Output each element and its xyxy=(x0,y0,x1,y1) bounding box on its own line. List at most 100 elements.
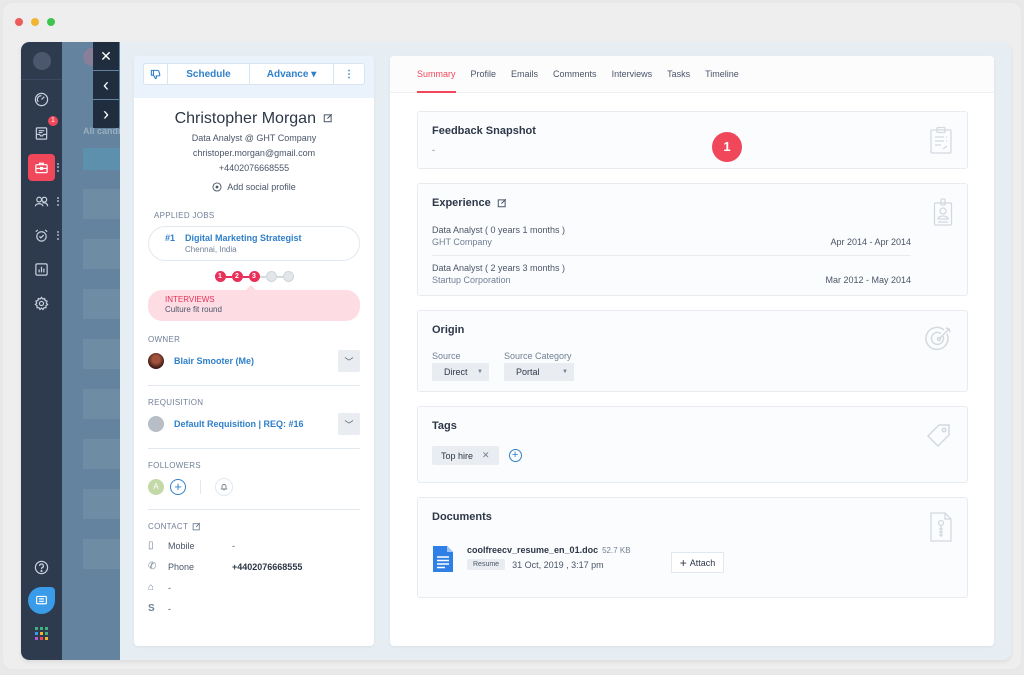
edit-icon[interactable] xyxy=(192,522,201,531)
chat-button[interactable] xyxy=(28,587,55,614)
user-avatar[interactable] xyxy=(32,51,51,70)
bell-icon xyxy=(220,484,228,491)
candidate-list-overlay[interactable]: All candi xyxy=(62,42,120,660)
mobile-icon: ▯ xyxy=(148,540,154,551)
applied-job-card[interactable]: #1 Digital Marketing Strategist Chennai,… xyxy=(148,226,360,261)
applied-jobs-label: APPLIED JOBS xyxy=(154,211,215,220)
next-candidate-button[interactable]: › xyxy=(93,100,119,128)
jobs-more-handle[interactable] xyxy=(57,163,59,172)
contact-value-phone[interactable]: +4402076668555 xyxy=(232,562,302,572)
nav-item-candidates[interactable] xyxy=(28,188,55,215)
candidate-title: Data Analyst @ GHT Company xyxy=(191,133,317,143)
tab-timeline[interactable]: Timeline xyxy=(705,56,739,93)
advance-button[interactable]: Advance ▾ xyxy=(250,64,334,84)
add-follower-button[interactable]: + xyxy=(170,479,186,495)
stage-subtitle: Culture fit round xyxy=(165,305,222,314)
caret-down-icon: ▼ xyxy=(562,369,568,375)
tab-interviews[interactable]: Interviews xyxy=(612,56,653,93)
contact-row-skype: S - xyxy=(148,598,360,619)
document-size: 52.7 KB xyxy=(602,546,631,555)
nav-sidebar: 1 xyxy=(21,42,62,660)
tag-chip[interactable]: Top hire ✕ xyxy=(432,446,499,465)
stage-connector xyxy=(276,275,283,278)
nav-item-settings[interactable] xyxy=(28,290,55,317)
pipeline-stages: 1 2 3 xyxy=(134,271,374,282)
add-tag-button[interactable]: + xyxy=(508,449,522,462)
schedule-button[interactable]: Schedule xyxy=(168,64,250,84)
divider xyxy=(148,385,360,386)
remove-tag-icon[interactable]: ✕ xyxy=(482,450,490,461)
nav-item-tasks[interactable] xyxy=(28,222,55,249)
caret-down-icon: ▼ xyxy=(477,369,483,375)
origin-card: Origin Source Direct ▼ Source Category P… xyxy=(417,310,968,392)
more-options-button[interactable]: ⋮ xyxy=(334,64,364,84)
source-category-select[interactable]: Portal ▼ xyxy=(504,363,574,381)
tab-profile[interactable]: Profile xyxy=(471,56,497,93)
app-container: 1 All candi ✕ ‹ › Schedule Advance ▾ ⋮ C… xyxy=(21,42,1011,660)
attach-button[interactable]: + Attach xyxy=(671,552,724,573)
candidate-name: Christopher Morgan xyxy=(174,110,316,127)
ghost-row xyxy=(83,239,120,269)
app-launcher-button[interactable] xyxy=(35,627,48,640)
tab-comments[interactable]: Comments xyxy=(553,56,597,93)
stage-step[interactable]: 3 xyxy=(248,271,260,282)
edit-icon[interactable] xyxy=(497,198,507,208)
nav-user[interactable] xyxy=(21,42,62,80)
follower-avatar[interactable]: A xyxy=(148,479,164,495)
source-label: Source xyxy=(432,351,461,361)
experience-dates: Mar 2012 - May 2014 xyxy=(825,275,911,285)
briefcase-icon xyxy=(35,162,48,174)
stage-step[interactable]: 1 xyxy=(214,271,226,282)
prev-candidate-button[interactable]: ‹ xyxy=(93,71,119,99)
app-dot xyxy=(40,632,43,635)
feedback-value: - xyxy=(432,145,435,155)
candidates-more-handle[interactable] xyxy=(57,197,59,206)
nav-item-jobs[interactable] xyxy=(28,154,55,181)
experience-role: Data Analyst ( 2 years 3 months ) xyxy=(432,263,566,273)
contact-label-phone: Phone xyxy=(168,561,195,572)
stage-step[interactable] xyxy=(265,271,277,282)
candidate-panel: Schedule Advance ▾ ⋮ Christopher Morgan … xyxy=(134,56,374,646)
add-social-profile-button[interactable]: Add social profile xyxy=(134,182,374,192)
document-name[interactable]: coolfreecv_resume_en_01.doc xyxy=(467,545,598,555)
nav-item-help[interactable] xyxy=(28,554,55,581)
maximize-window-button[interactable] xyxy=(47,18,55,26)
owner-name[interactable]: Blair Smooter (Me) xyxy=(174,356,338,366)
document-item[interactable]: coolfreecv_resume_en_01.doc 52.7 KB Resum… xyxy=(432,545,631,573)
stage-connector xyxy=(259,275,266,278)
documents-card: Documents coolfreecv_resume_en_01.doc 52.… xyxy=(417,497,968,598)
tab-tasks[interactable]: Tasks xyxy=(667,56,690,93)
stage-step[interactable]: 2 xyxy=(231,271,243,282)
tab-summary[interactable]: Summary xyxy=(417,56,456,93)
job-title[interactable]: Digital Marketing Strategist xyxy=(185,233,302,243)
requisition-name[interactable]: Default Requisition | REQ: #16 xyxy=(174,419,338,429)
document-type-tag: Resume xyxy=(467,559,506,570)
close-icon: ✕ xyxy=(100,47,112,64)
reject-button[interactable] xyxy=(144,64,168,84)
stage-step[interactable] xyxy=(282,271,294,282)
inbox-badge: 1 xyxy=(48,116,58,126)
add-social-label: Add social profile xyxy=(227,182,296,192)
tags-card: Tags Top hire ✕ + xyxy=(417,406,968,483)
nav-item-reports[interactable] xyxy=(28,256,55,283)
close-window-button[interactable] xyxy=(15,18,23,26)
job-number: #1 xyxy=(165,233,176,243)
tab-emails[interactable]: Emails xyxy=(511,56,538,93)
owner-dropdown-button[interactable]: ﹀ xyxy=(338,350,360,372)
nav-item-inbox[interactable]: 1 xyxy=(28,116,58,147)
document-date: 31 Oct, 2019 , 3:17 pm xyxy=(512,559,604,570)
nav-item-dashboard[interactable] xyxy=(28,86,55,113)
source-category-label: Source Category xyxy=(504,351,572,361)
edit-icon[interactable] xyxy=(323,113,333,123)
ghost-row xyxy=(83,339,120,369)
minimize-window-button[interactable] xyxy=(31,18,39,26)
source-select[interactable]: Direct ▼ xyxy=(432,363,489,381)
requisition-dropdown-button[interactable]: ﹀ xyxy=(338,413,360,435)
tasks-more-handle[interactable] xyxy=(57,231,59,240)
candidate-email[interactable]: christoper.morgan@gmail.com xyxy=(134,148,374,158)
experience-card: Experience Data Analyst ( 0 years 1 mont… xyxy=(417,183,968,296)
tags-title: Tags xyxy=(432,420,457,432)
app-dot xyxy=(40,627,43,630)
notify-button[interactable] xyxy=(215,478,233,496)
close-panel-button[interactable]: ✕ xyxy=(93,42,119,70)
